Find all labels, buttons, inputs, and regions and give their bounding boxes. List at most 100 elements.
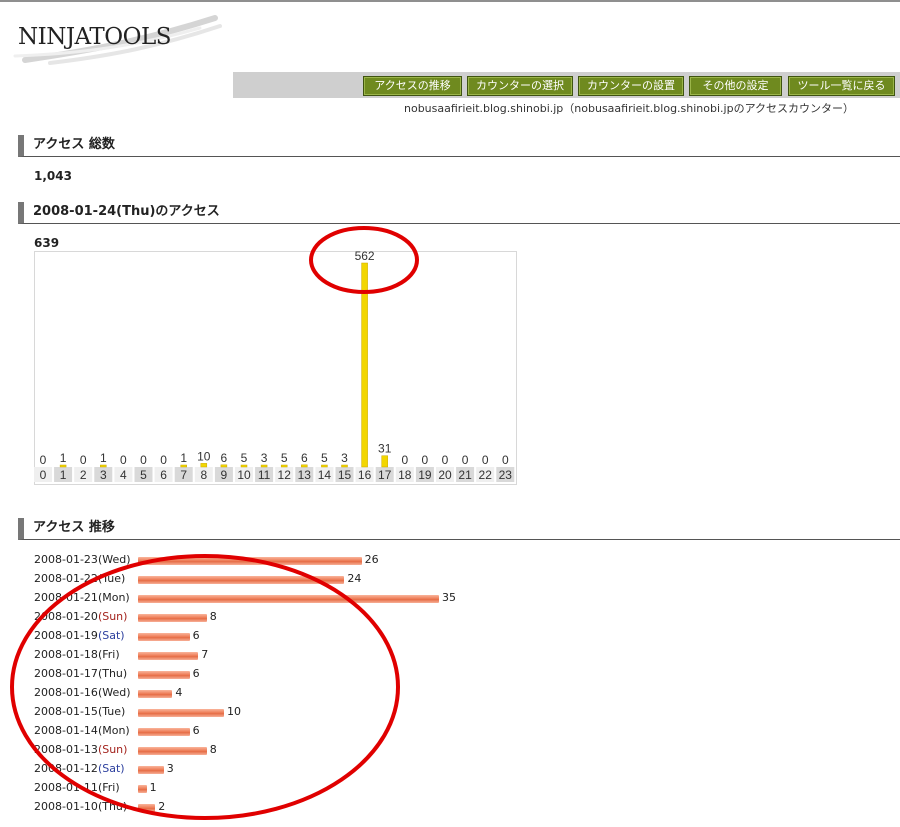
- hour-value-label-11: 3: [261, 451, 268, 465]
- hour-tick-label-12: 12: [278, 468, 292, 482]
- ninjatools-logo[interactable]: NINJATOOLS: [18, 24, 172, 50]
- trend-value: 24: [347, 572, 362, 585]
- trend-date: 2008-01-18(Fri): [34, 648, 120, 661]
- daily-access-value: 639: [34, 236, 60, 250]
- daily-access-heading: 2008-01-24(Thu)のアクセス: [18, 202, 900, 224]
- trend-date-text: 2008-01-21: [34, 591, 98, 604]
- trend-date: 2008-01-22(Tue): [34, 572, 125, 585]
- hour-bar-9: [220, 464, 228, 468]
- trend-bar: [138, 728, 190, 736]
- nav-access-trend-button[interactable]: アクセスの推移: [363, 76, 462, 96]
- trend-date: 2008-01-19(Sat): [34, 629, 125, 642]
- hour-tick-label-4: 4: [120, 468, 127, 482]
- trend-weekday: (Fri): [97, 781, 120, 794]
- trend-date-text: 2008-01-19: [34, 629, 98, 642]
- trend-bar: [138, 557, 362, 565]
- trend-bar: [138, 709, 224, 717]
- nav-tool-list-button[interactable]: ツール一覧に戻る: [788, 76, 895, 96]
- trend-date-text: 2008-01-15: [34, 705, 98, 718]
- hour-tick-label-21: 21: [458, 468, 472, 482]
- trend-bar: [138, 652, 199, 660]
- trend-bar: [138, 785, 147, 793]
- hour-value-label-21: 0: [462, 453, 469, 467]
- nav-other-settings-button[interactable]: その他の設定: [689, 76, 782, 96]
- counter-subtitle: nobusaafirieit.blog.shinobi.jp（nobusaafi…: [404, 102, 855, 115]
- trend-weekday: (Thu): [97, 667, 128, 680]
- hour-value-label-14: 5: [321, 451, 328, 465]
- hour-tick-label-22: 22: [479, 468, 493, 482]
- hour-value-label-2: 0: [80, 453, 87, 467]
- hour-value-label-3: 1: [100, 451, 107, 465]
- access-trend-heading: アクセス 推移: [18, 518, 900, 540]
- hour-tick-label-3: 3: [100, 468, 107, 482]
- hour-value-label-18: 0: [401, 453, 408, 467]
- trend-weekday: (Sun): [97, 743, 128, 756]
- trend-bar: [138, 614, 207, 622]
- hour-bar-1: [59, 464, 67, 468]
- hour-tick-label-9: 9: [221, 468, 228, 482]
- trend-weekday: (Sun): [97, 610, 128, 623]
- hour-bar-7: [180, 464, 187, 468]
- trend-date-text: 2008-01-23: [34, 553, 98, 566]
- hour-value-label-8: 10: [197, 449, 211, 463]
- hour-tick-label-18: 18: [398, 468, 412, 482]
- hour-tick-label-0: 0: [40, 468, 47, 482]
- total-access-heading: アクセス 総数: [18, 135, 900, 157]
- hour-value-label-16: 562: [355, 251, 375, 263]
- hour-value-label-17: 31: [378, 442, 392, 456]
- trend-date-text: 2008-01-12: [34, 762, 98, 775]
- hour-tick-label-23: 23: [499, 468, 513, 482]
- trend-weekday: (Sat): [97, 629, 125, 642]
- trend-value: 10: [227, 705, 241, 718]
- hour-value-label-19: 0: [422, 453, 429, 467]
- trend-value: 6: [192, 629, 200, 642]
- trend-date: 2008-01-15(Tue): [34, 705, 125, 718]
- trend-date: 2008-01-23(Wed): [34, 553, 131, 566]
- trend-bar: [138, 747, 207, 755]
- hour-tick-label-6: 6: [160, 468, 167, 482]
- trend-date-text: 2008-01-14: [34, 724, 98, 737]
- hour-bar-13: [301, 464, 308, 468]
- trend-weekday: (Wed): [97, 686, 131, 699]
- hour-tick-label-7: 7: [180, 468, 187, 482]
- trend-bar: [138, 576, 345, 584]
- trend-weekday: (Wed): [97, 553, 131, 566]
- trend-date-text: 2008-01-16: [34, 686, 98, 699]
- trend-date-text: 2008-01-10: [34, 800, 98, 813]
- trend-date: 2008-01-16(Wed): [34, 686, 131, 699]
- hour-value-label-15: 3: [341, 451, 348, 465]
- trend-date-text: 2008-01-11: [34, 781, 98, 794]
- trend-date: 2008-01-13(Sun): [34, 743, 127, 756]
- trend-bar: [138, 690, 173, 698]
- hour-bar-16: [361, 262, 368, 468]
- trend-date-text: 2008-01-13: [34, 743, 98, 756]
- hour-value-label-0: 0: [40, 453, 47, 467]
- hour-bar-15: [341, 464, 348, 468]
- trend-date: 2008-01-10(Thu): [34, 800, 127, 813]
- trend-bar: [138, 671, 190, 679]
- trend-value: 7: [201, 648, 209, 661]
- trend-date: 2008-01-11(Fri): [34, 781, 120, 794]
- trend-weekday: (Fri): [97, 648, 120, 661]
- nav-install-counter-button[interactable]: カウンターの設置: [578, 76, 684, 96]
- hour-tick-label-15: 15: [338, 468, 352, 482]
- hour-value-label-23: 0: [502, 453, 509, 467]
- trend-value: 8: [209, 610, 217, 623]
- hour-value-label-7: 1: [180, 451, 187, 465]
- trend-date: 2008-01-20(Sun): [34, 610, 127, 623]
- nav-select-counter-button[interactable]: カウンターの選択: [467, 76, 573, 96]
- hour-bar-14: [321, 464, 328, 468]
- hour-value-label-9: 6: [221, 451, 228, 465]
- trend-date: 2008-01-12(Sat): [34, 762, 125, 775]
- trend-date-text: 2008-01-18: [34, 648, 98, 661]
- hour-value-label-6: 0: [160, 453, 167, 467]
- trend-bar: [138, 633, 190, 641]
- hour-value-label-12: 5: [281, 451, 288, 465]
- trend-weekday: (Sat): [97, 762, 125, 775]
- access-trend-list: 2008-01-23(Wed) 26 2008-01-22(Tue) 24 2008-0…: [34, 551, 894, 821]
- hour-tick-label-10: 10: [237, 468, 251, 482]
- trend-value: 6: [192, 667, 200, 680]
- hour-value-label-1: 1: [60, 451, 67, 465]
- hour-value-label-20: 0: [442, 453, 449, 467]
- trend-weekday: (Mon): [97, 591, 130, 604]
